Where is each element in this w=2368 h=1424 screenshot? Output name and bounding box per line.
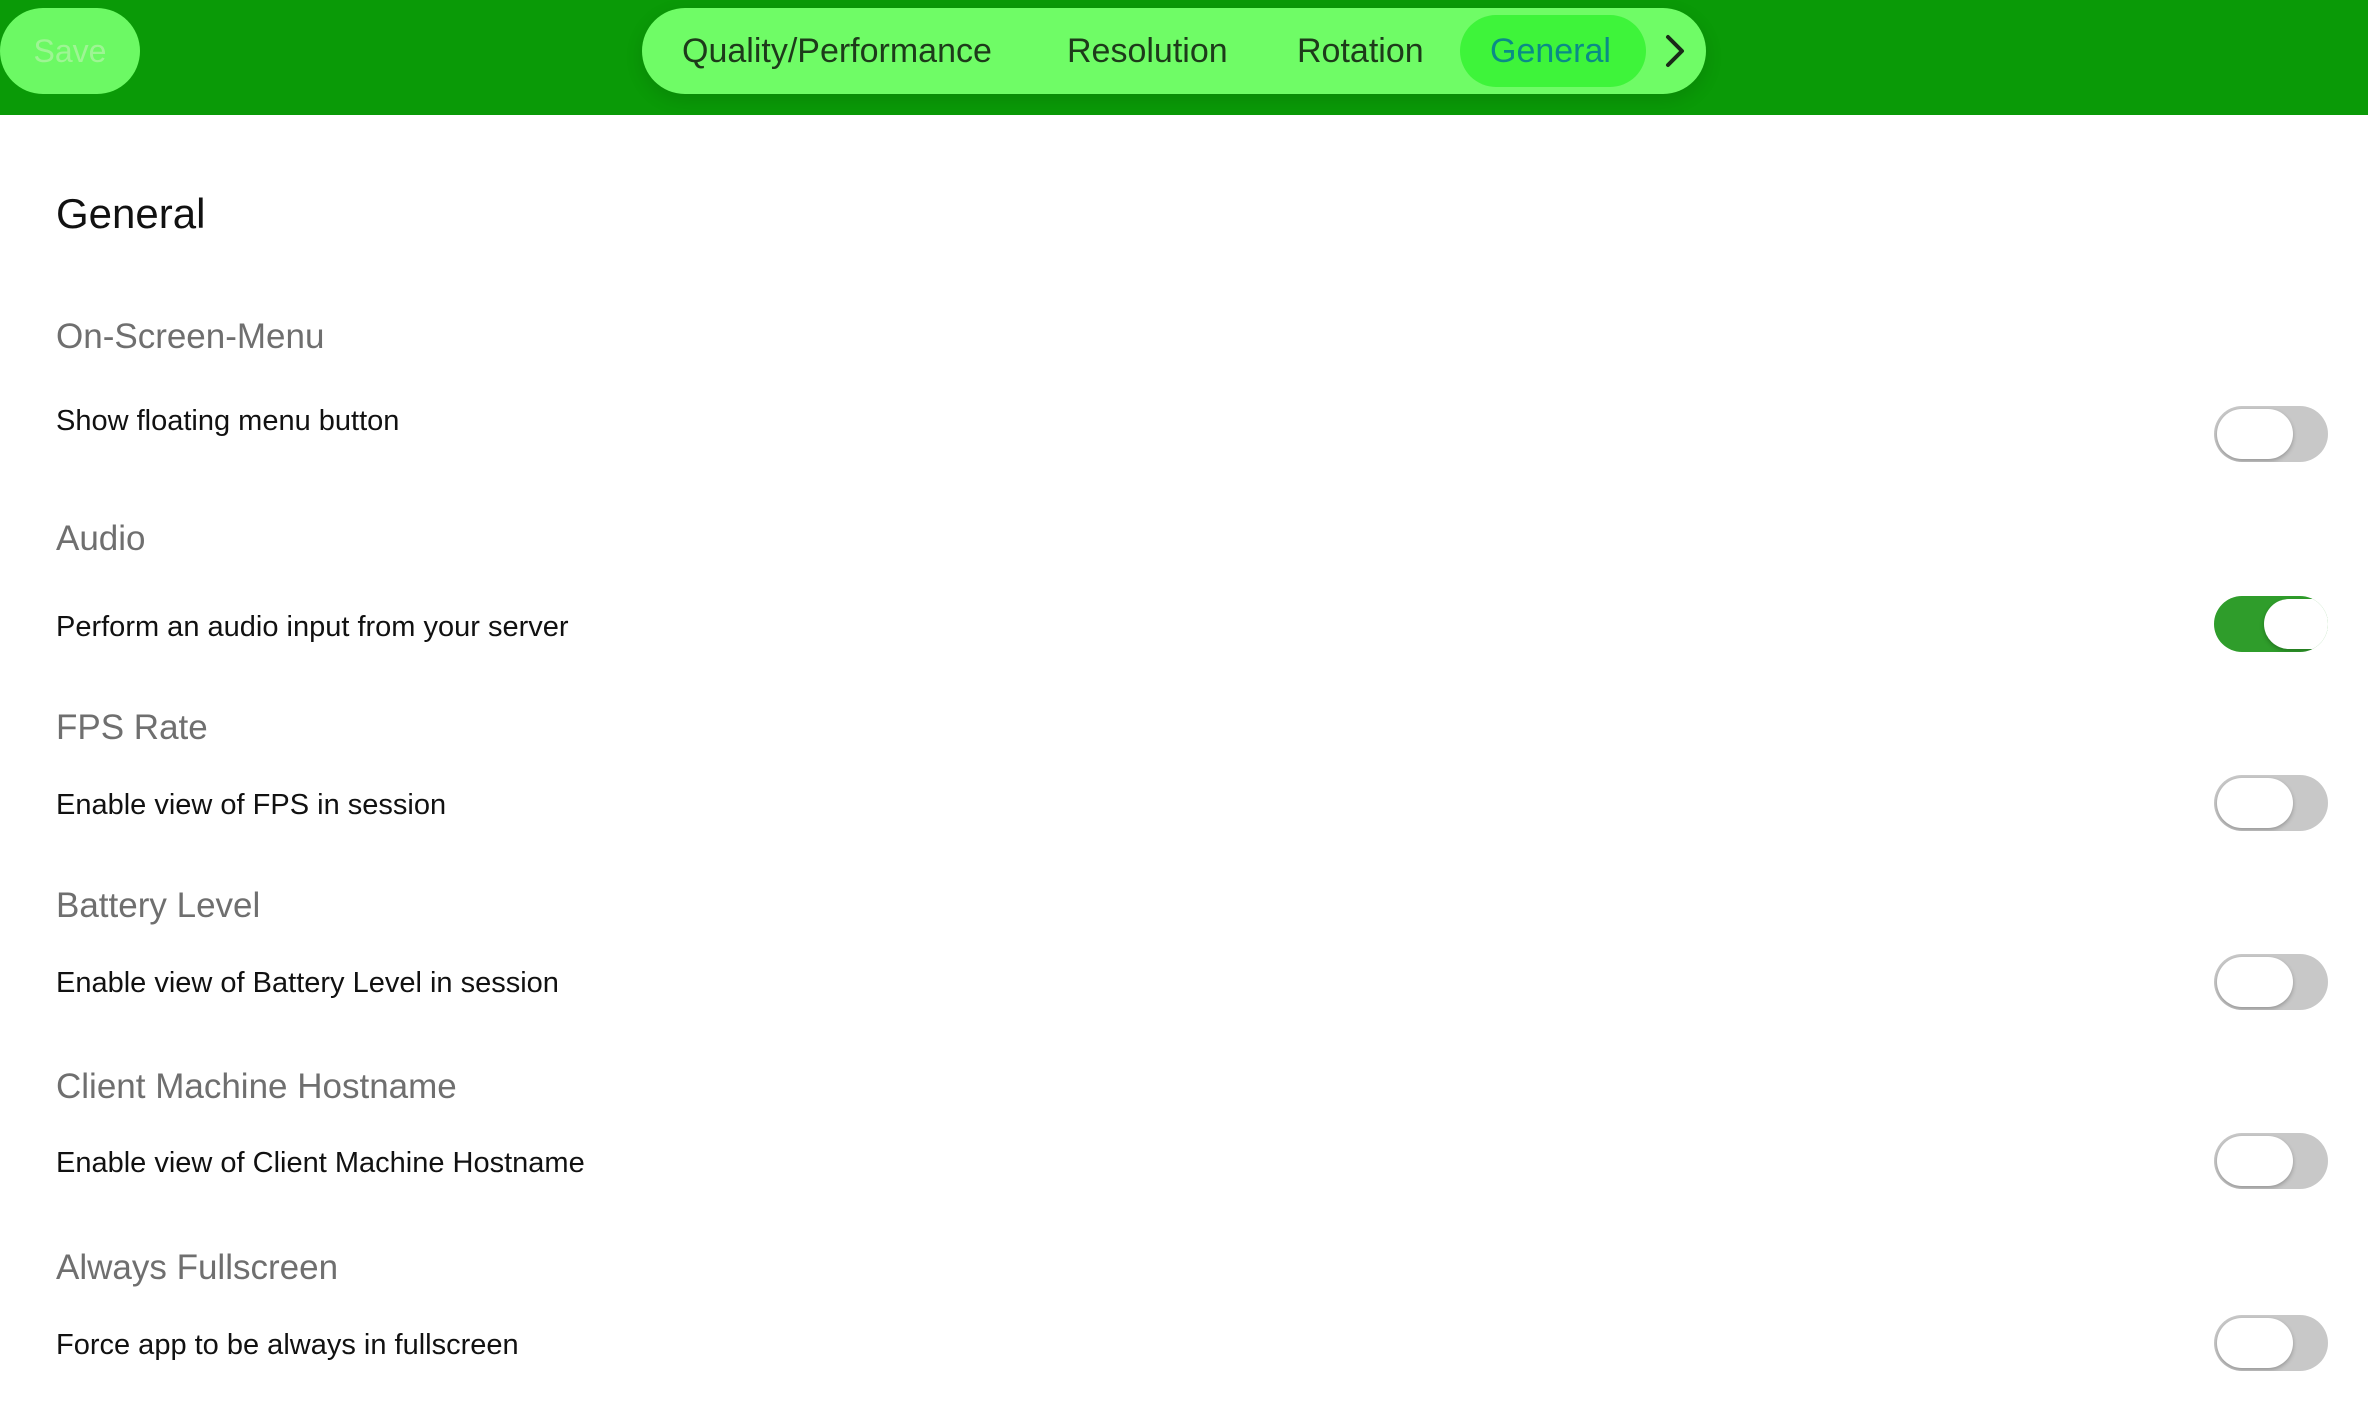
- setting-label-battery-view: Enable view of Battery Level in session: [56, 967, 559, 999]
- section-header-client-hostname: Client Machine Hostname: [56, 1067, 457, 1106]
- section-header-audio: Audio: [56, 519, 146, 558]
- tab-general[interactable]: General: [1490, 8, 1611, 94]
- setting-label-fps-view: Enable view of FPS in session: [56, 789, 447, 821]
- toggle-knob: [2264, 599, 2328, 649]
- toggle-knob: [2217, 409, 2293, 459]
- fullscreen-toggle[interactable]: [2214, 1315, 2328, 1371]
- toggle-knob: [2217, 957, 2293, 1007]
- battery-view-toggle[interactable]: [2214, 954, 2328, 1010]
- setting-label-floating-menu: Show floating menu button: [56, 405, 400, 437]
- section-header-on-screen-menu: On-Screen-Menu: [56, 317, 325, 356]
- audio-input-toggle[interactable]: [2214, 596, 2328, 652]
- chevron-right-icon[interactable]: [1655, 8, 1695, 94]
- toggle-knob: [2217, 1318, 2293, 1368]
- setting-label-hostname-view: Enable view of Client Machine Hostname: [56, 1147, 585, 1179]
- section-header-always-fullscreen: Always Fullscreen: [56, 1248, 339, 1287]
- section-header-battery-level: Battery Level: [56, 886, 261, 925]
- tab-rotation[interactable]: Rotation: [1297, 8, 1424, 94]
- floating-menu-toggle[interactable]: [2214, 406, 2328, 462]
- setting-label-audio-input: Perform an audio input from your server: [56, 611, 569, 643]
- tab-bar: Quality/Performance Resolution Rotation …: [642, 8, 1706, 94]
- save-button[interactable]: Save: [0, 8, 140, 94]
- fps-view-toggle[interactable]: [2214, 775, 2328, 831]
- hostname-view-toggle[interactable]: [2214, 1133, 2328, 1189]
- top-bar: Save Quality/Performance Resolution Rota…: [0, 0, 2368, 115]
- section-header-fps-rate: FPS Rate: [56, 708, 208, 747]
- toggle-knob: [2217, 1136, 2293, 1186]
- toggle-knob: [2217, 778, 2293, 828]
- page-title: General: [56, 190, 206, 237]
- tab-resolution[interactable]: Resolution: [1067, 8, 1228, 94]
- setting-label-fullscreen: Force app to be always in fullscreen: [56, 1329, 519, 1361]
- tab-quality-performance[interactable]: Quality/Performance: [682, 8, 992, 94]
